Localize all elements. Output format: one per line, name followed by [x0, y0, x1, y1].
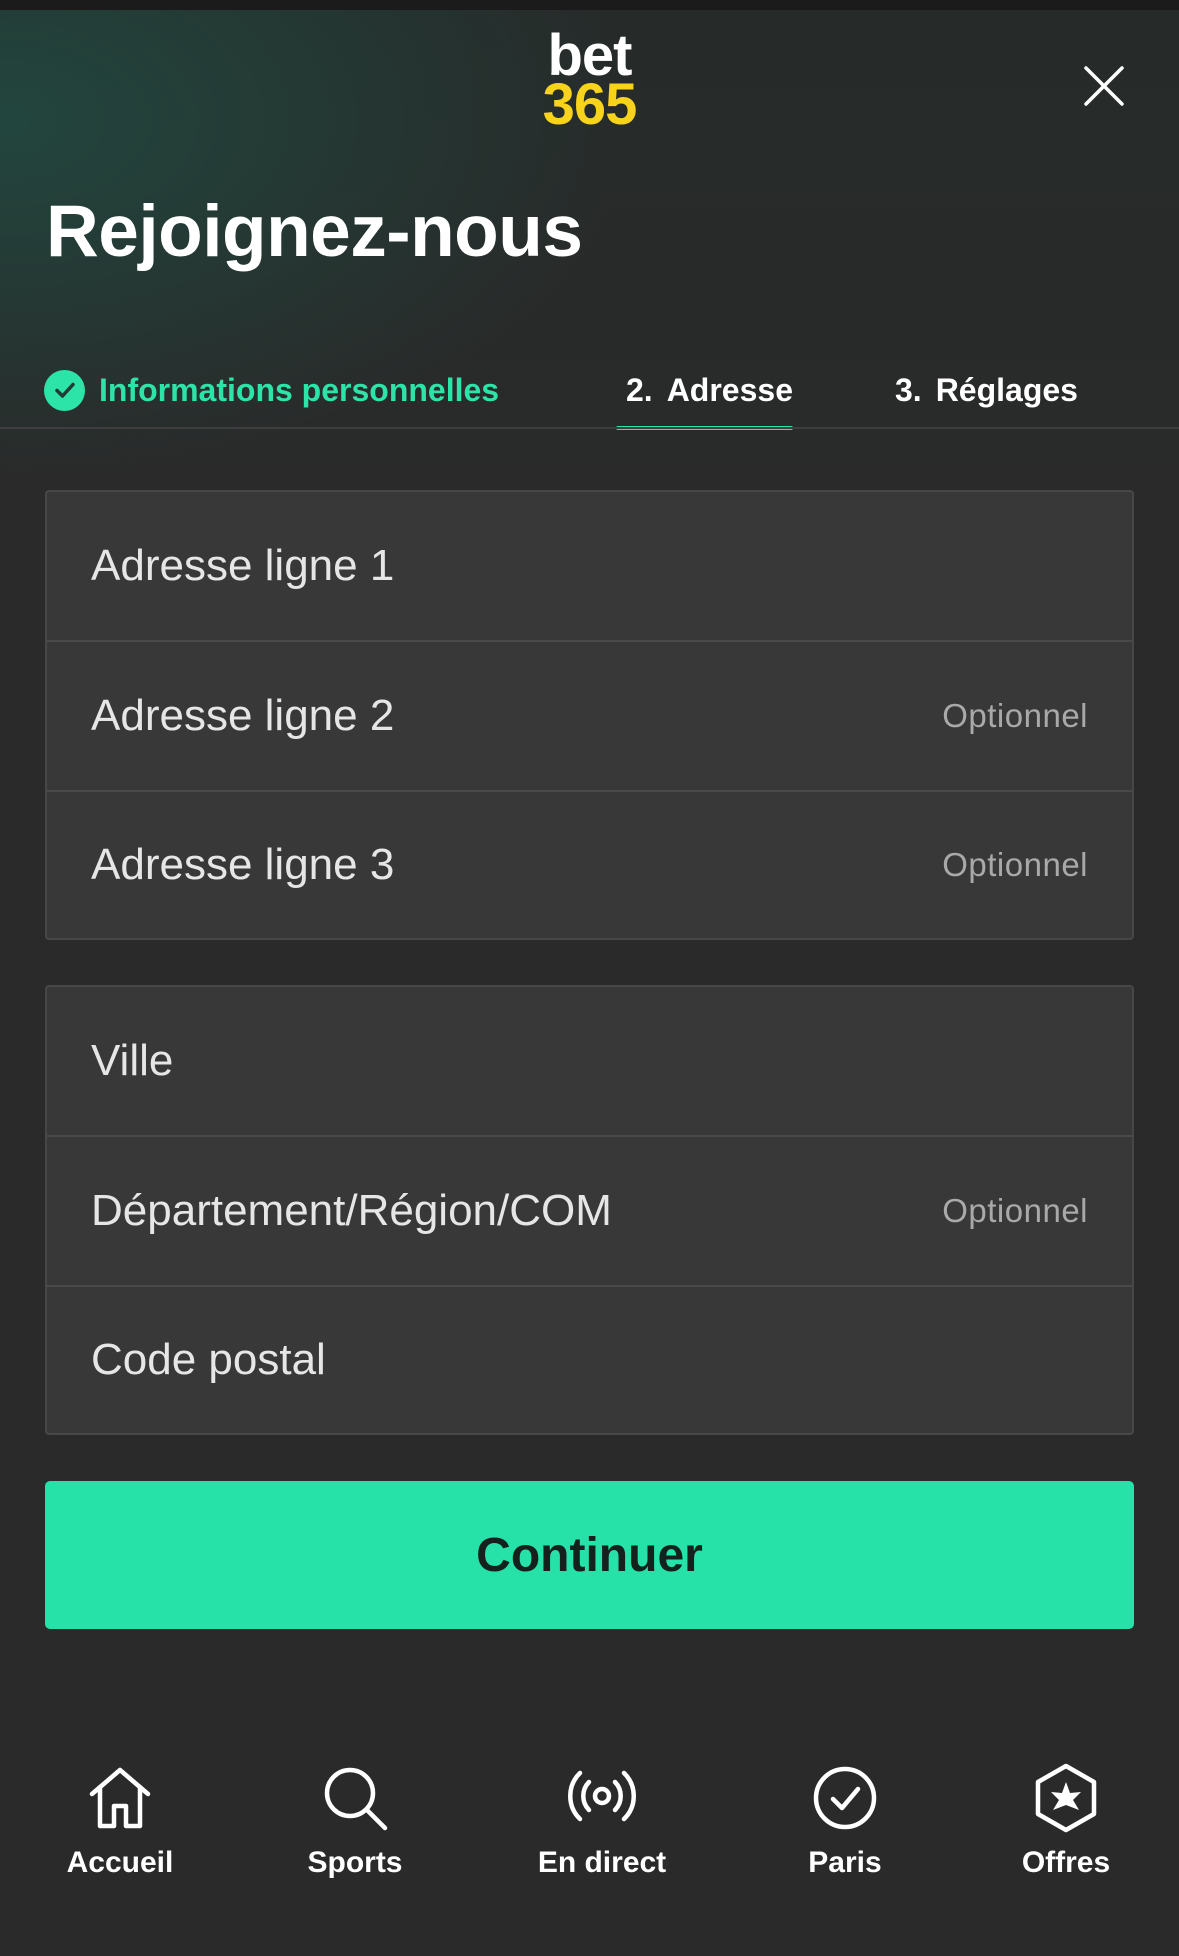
address-line-3-field[interactable]: Adresse ligne 3 Optionnel [47, 792, 1132, 938]
region-field[interactable]: Département/Région/COM Optionnel [47, 1137, 1132, 1287]
step-settings[interactable]: 3. Réglages [895, 350, 1078, 430]
nav-label: Sports [307, 1846, 403, 1879]
address-line-1-field[interactable]: Adresse ligne 1 [47, 492, 1132, 642]
bet365-logo: bet 365 [0, 27, 1179, 137]
step-number: 3. [895, 371, 922, 408]
page-title: Rejoignez-nous [46, 191, 583, 272]
field-placeholder: Ville [91, 1036, 174, 1085]
nav-label: Accueil [66, 1846, 174, 1879]
address-line-2-field[interactable]: Adresse ligne 2 Optionnel [47, 642, 1132, 792]
address-lines-group: Adresse ligne 1 Adresse ligne 2 Optionne… [45, 490, 1134, 940]
nav-item-bets[interactable]: Paris [745, 1760, 945, 1930]
nav-label: En direct [537, 1846, 667, 1879]
optional-tag: Optionnel [942, 697, 1088, 734]
city-field[interactable]: Ville [47, 987, 1132, 1137]
status-strip [0, 0, 1179, 10]
step-label: Réglages [935, 371, 1078, 408]
optional-tag: Optionnel [942, 846, 1088, 883]
bottom-navigation: Accueil Sports En direct Paris Offres [0, 1760, 1179, 1956]
home-icon [89, 1767, 151, 1829]
location-group: Ville Département/Région/COM Optionnel C… [45, 985, 1134, 1435]
star-badge-icon [1035, 1763, 1097, 1833]
nav-item-home[interactable]: Accueil [20, 1760, 220, 1930]
close-icon [1084, 66, 1124, 106]
nav-item-offers[interactable]: Offres [966, 1760, 1166, 1930]
registration-page: bet 365 Rejoignez-nous Informations pers… [0, 0, 1179, 1956]
close-button[interactable] [1080, 62, 1128, 110]
field-placeholder: Adresse ligne 2 [91, 691, 395, 740]
nav-item-live[interactable]: En direct [502, 1760, 702, 1930]
steps-divider [0, 427, 1179, 429]
postal-code-field[interactable]: Code postal [47, 1287, 1132, 1433]
completed-check-icon [44, 369, 85, 411]
field-placeholder: Adresse ligne 1 [91, 541, 395, 590]
search-icon [324, 1767, 388, 1831]
check-circle-icon [813, 1766, 877, 1830]
nav-label: Paris [808, 1846, 882, 1879]
continue-button[interactable]: Continuer [45, 1481, 1134, 1629]
nav-label: Offres [1021, 1846, 1111, 1879]
step-label: Informations personnelles [99, 371, 500, 408]
step-label: Adresse [666, 371, 793, 408]
nav-item-sports[interactable]: Sports [255, 1760, 455, 1930]
step-personal-info[interactable]: Informations personnelles [44, 350, 499, 430]
registration-steps: Informations personnelles 2. Adresse 3. … [0, 350, 1179, 430]
field-placeholder: Département/Région/COM [91, 1186, 612, 1235]
logo-bottom-text: 365 [542, 71, 638, 137]
step-number: 2. [626, 371, 653, 408]
step-address[interactable]: 2. Adresse [616, 350, 793, 430]
optional-tag: Optionnel [942, 1192, 1088, 1229]
field-placeholder: Adresse ligne 3 [91, 840, 395, 889]
live-broadcast-icon [568, 1770, 636, 1822]
field-placeholder: Code postal [91, 1335, 326, 1384]
